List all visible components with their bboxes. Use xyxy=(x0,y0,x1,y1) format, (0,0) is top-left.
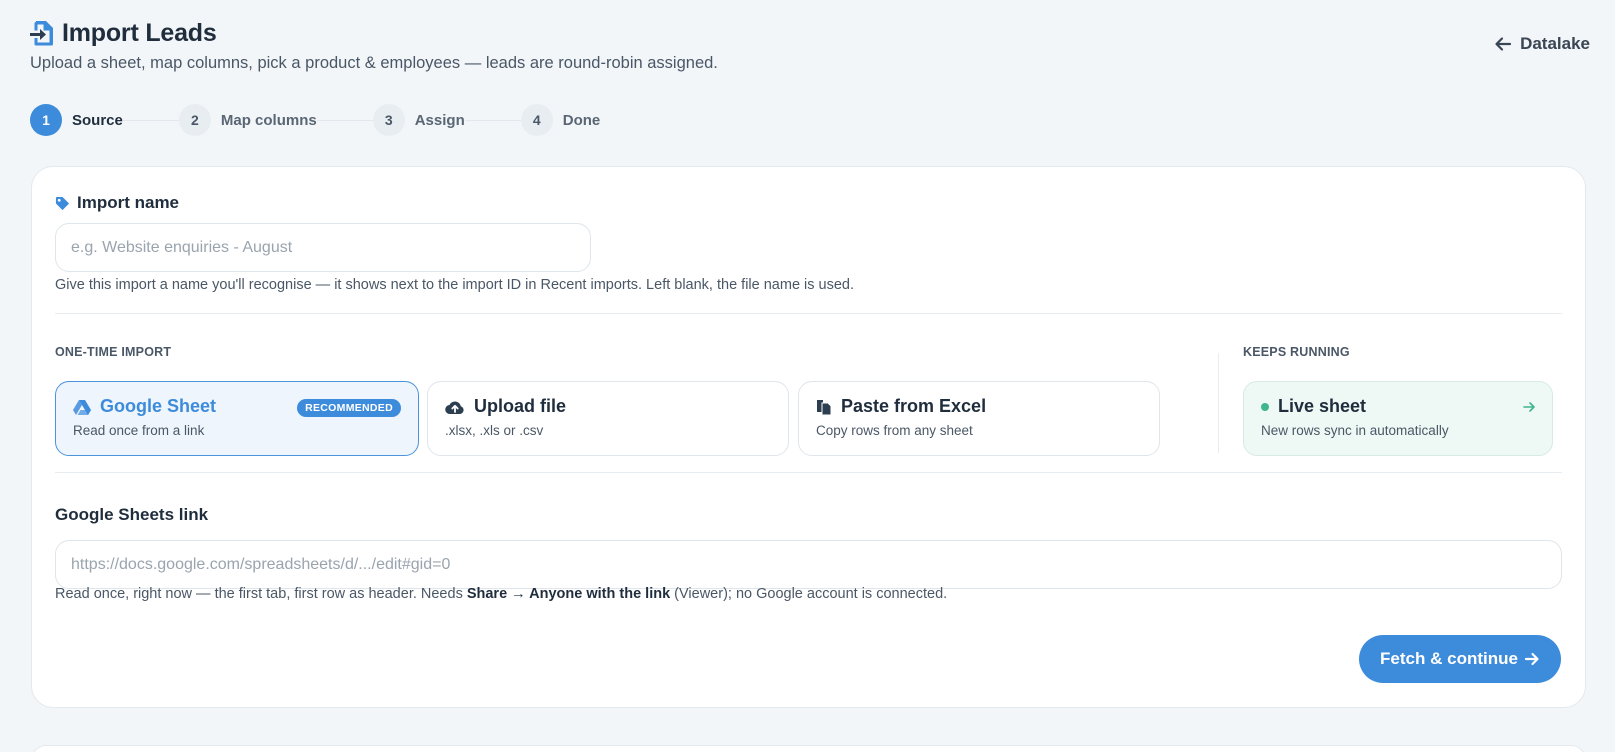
option-subtitle: New rows sync in automatically xyxy=(1261,423,1449,438)
hint-text: Read once, right now — the first tab, fi… xyxy=(55,586,467,602)
stepper: 1 Source 2 Map columns 3 Assign 4 Done xyxy=(30,104,600,136)
option-header: Paste from Excel xyxy=(816,396,1142,417)
option-title: Google Sheet xyxy=(100,396,217,416)
back-link-label: Datalake xyxy=(1520,34,1590,53)
step-label: Source xyxy=(72,111,123,129)
sheets-link-label: Google Sheets link xyxy=(55,505,209,524)
source-option-paste-excel[interactable]: Paste from Excel Copy rows from any shee… xyxy=(798,381,1160,456)
source-option-google-sheet[interactable]: Google Sheet Read once from a link RECOM… xyxy=(55,381,419,456)
option-subtitle: Copy rows from any sheet xyxy=(816,423,973,438)
step-number: 4 xyxy=(520,104,553,136)
step-map-columns: 2 Map columns xyxy=(178,104,317,136)
step-label: Map columns xyxy=(220,111,317,129)
step-label: Done xyxy=(562,111,601,129)
import-name-label: Import name xyxy=(55,193,179,213)
next-card xyxy=(31,745,1586,752)
step-number: 1 xyxy=(30,104,62,136)
import-name-label-text: Import name xyxy=(77,193,180,212)
arrow-left-icon xyxy=(1495,37,1512,51)
step-number: 3 xyxy=(372,104,405,136)
import-name-hint: Give this import a name you'll recognise… xyxy=(55,277,855,293)
option-title: Paste from Excel xyxy=(841,396,987,416)
source-option-live-sheet[interactable]: Live sheet New rows sync in automaticall… xyxy=(1243,381,1553,456)
step-connector xyxy=(316,119,373,121)
option-title: Upload file xyxy=(474,396,567,416)
source-card: Import name Give this import a name you'… xyxy=(31,166,1586,708)
option-title: Live sheet xyxy=(1278,396,1367,416)
hint-text: (Viewer); no Google account is connected… xyxy=(670,586,948,602)
option-subtitle: .xlsx, .xls or .csv xyxy=(445,423,544,438)
google-drive-icon xyxy=(73,399,91,415)
title-row: Import Leads xyxy=(30,16,1590,50)
step-done: 4 Done xyxy=(520,104,601,136)
option-subtitle: Read once from a link xyxy=(73,423,205,438)
source-option-upload-file[interactable]: Upload file .xlsx, .xls or .csv xyxy=(427,381,789,456)
step-number: 2 xyxy=(178,104,211,136)
step-connector xyxy=(464,119,521,121)
page-title: Import Leads xyxy=(62,18,217,47)
file-import-icon xyxy=(30,20,54,46)
arrow-right-icon xyxy=(1524,652,1539,666)
sheets-link-input[interactable] xyxy=(55,540,1562,589)
import-name-input[interactable] xyxy=(55,223,591,272)
arrow-right-icon xyxy=(1523,402,1535,412)
step-connector xyxy=(122,119,179,121)
tag-icon xyxy=(55,196,70,210)
vertical-separator xyxy=(1218,353,1219,453)
fetch-continue-button[interactable]: Fetch & continue xyxy=(1359,635,1561,683)
step-assign: 3 Assign xyxy=(372,104,465,136)
step-source: 1 Source xyxy=(30,104,123,136)
clipboard-icon xyxy=(817,399,832,415)
option-header: Live sheet xyxy=(1261,396,1535,417)
recommended-badge: RECOMMENDED xyxy=(297,399,401,417)
step-label: Assign xyxy=(414,111,465,129)
hint-share-instruction: Share → Anyone with the link xyxy=(466,586,671,602)
divider xyxy=(55,472,1562,473)
page-subtitle: Upload a sheet, map columns, pick a prod… xyxy=(30,54,718,72)
page-header: Import Leads Upload a sheet, map columns… xyxy=(30,16,1590,73)
option-header: Upload file xyxy=(445,396,771,417)
import-leads-page: Import Leads Upload a sheet, map columns… xyxy=(0,0,1615,752)
sheets-link-hint: Read once, right now — the first tab, fi… xyxy=(55,586,947,602)
cloud-upload-icon xyxy=(445,401,464,414)
live-status-dot xyxy=(1261,402,1269,411)
fetch-button-label: Fetch & continue xyxy=(1380,649,1518,668)
divider xyxy=(55,313,1562,314)
back-to-datalake-link[interactable]: Datalake xyxy=(1494,34,1590,54)
one-time-import-label: ONE-TIME IMPORT xyxy=(55,345,172,359)
keeps-running-label: KEEPS RUNNING xyxy=(1243,345,1350,359)
